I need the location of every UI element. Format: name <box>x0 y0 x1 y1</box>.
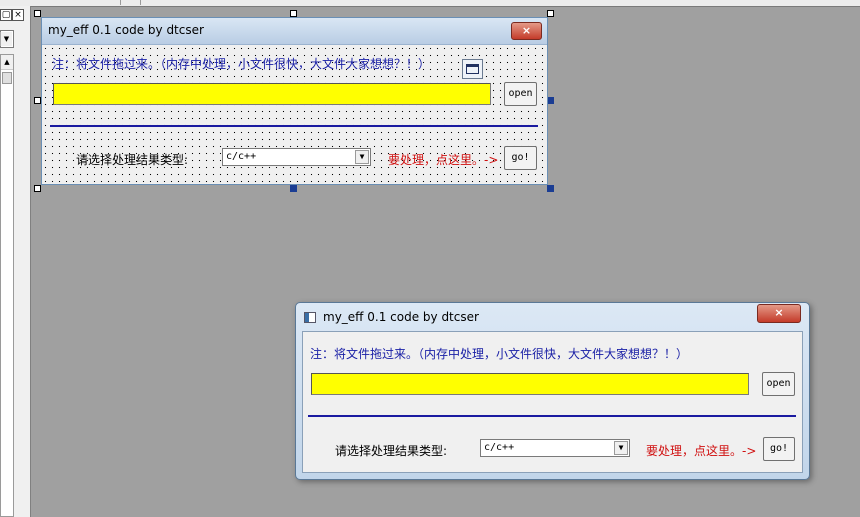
running-form-titlebar[interactable]: my_eff 0.1 code by dtcser × <box>296 303 809 331</box>
chevron-down-icon[interactable]: ▼ <box>355 150 369 164</box>
separator-line <box>50 125 538 127</box>
resize-handle-bottom-left[interactable] <box>34 185 41 192</box>
open-button[interactable]: open <box>504 82 537 106</box>
open-button[interactable]: open <box>762 372 795 396</box>
resize-handle-left[interactable] <box>34 97 41 104</box>
resize-handle-right[interactable] <box>547 97 554 104</box>
selected-value: c/c++ <box>226 151 257 162</box>
close-button[interactable]: × <box>511 22 542 40</box>
chevron-down-icon[interactable]: ▼ <box>614 441 628 455</box>
window-title: my_eff 0.1 code by dtcser <box>48 23 204 37</box>
menu-editor-icon[interactable] <box>462 59 483 79</box>
close-button[interactable]: × <box>757 304 801 323</box>
scrollbar-thumb[interactable] <box>2 72 12 84</box>
file-path-input[interactable] <box>53 83 491 105</box>
resize-handle-bottom[interactable] <box>290 185 297 192</box>
toolbar-segment <box>0 0 121 5</box>
object-selector-combo[interactable]: ▼ <box>0 30 14 48</box>
running-form-client: 注：将文件拖过来。（内存中处理，小文件很快，大文件大家想想？！） open 请选… <box>302 331 803 473</box>
file-path-input[interactable] <box>311 373 749 395</box>
process-hint: 要处理，点这里。-> <box>388 153 499 167</box>
process-hint: 要处理，点这里。-> <box>646 444 757 458</box>
running-form-window[interactable]: my_eff 0.1 code by dtcser × 注：将文件拖过来。（内存… <box>295 302 810 480</box>
result-type-select[interactable]: c/c++ ▼ <box>480 439 630 457</box>
separator-line <box>308 415 796 417</box>
ide-toolbar-strip <box>0 0 860 7</box>
window-title: my_eff 0.1 code by dtcser <box>323 310 479 324</box>
type-label: 请选择处理结果类型: <box>335 444 448 458</box>
result-type-select[interactable]: c/c++ ▼ <box>222 148 371 166</box>
properties-list[interactable]: ▲ <box>0 54 14 517</box>
resize-handle-top-left[interactable] <box>34 10 41 17</box>
selected-value: c/c++ <box>484 442 515 453</box>
resize-handle-top-right[interactable] <box>547 10 554 17</box>
scroll-up-icon[interactable]: ▲ <box>1 55 13 70</box>
resize-handle-bottom-right[interactable] <box>547 185 554 192</box>
note-label: 注：将文件拖过来。（内存中处理，小文件很快，大文件大家想想？！） <box>52 57 431 71</box>
chevron-down-icon[interactable]: ▼ <box>0 32 12 46</box>
app-icon <box>304 312 316 323</box>
close-panel-icon[interactable]: × <box>12 9 24 21</box>
go-button[interactable]: go! <box>763 437 795 461</box>
type-label: 请选择处理结果类型: <box>76 153 189 167</box>
design-form-window[interactable]: my_eff 0.1 code by dtcser × 注：将文件拖过来。（内存… <box>41 17 548 185</box>
go-button[interactable]: go! <box>504 146 537 170</box>
resize-handle-top[interactable] <box>290 10 297 17</box>
note-label: 注：将文件拖过来。（内存中处理，小文件很快，大文件大家想想？！） <box>310 347 689 361</box>
ide-properties-panel: ▢ × ▼ ▲ <box>0 6 31 517</box>
toolbar-segment <box>120 0 141 5</box>
design-grid-surface[interactable]: 注：将文件拖过来。（内存中处理，小文件很快，大文件大家想想？！） open 请选… <box>42 45 547 184</box>
design-form-titlebar[interactable]: my_eff 0.1 code by dtcser × <box>42 18 547 45</box>
restore-icon[interactable]: ▢ <box>0 9 12 21</box>
